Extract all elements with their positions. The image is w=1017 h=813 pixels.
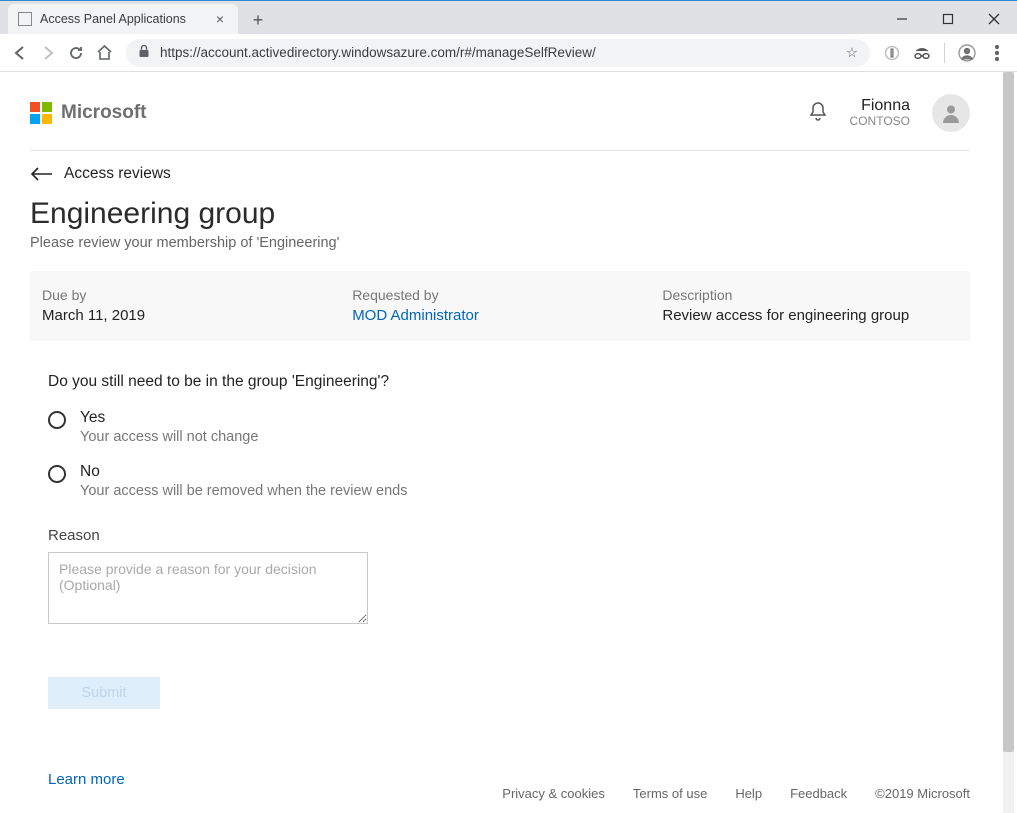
- reload-button[interactable]: [62, 39, 90, 67]
- address-bar[interactable]: https://account.activedirectory.windowsa…: [126, 39, 870, 67]
- option-no-desc: Your access will be removed when the rev…: [80, 483, 408, 499]
- user-info[interactable]: Fionna CONTOSO: [850, 97, 910, 129]
- page-content: Microsoft Fionna CONTOSO Access reviews …: [0, 72, 1000, 813]
- page-title: Engineering group: [0, 183, 1000, 231]
- avatar[interactable]: [932, 94, 970, 132]
- microsoft-logo[interactable]: Microsoft: [30, 102, 147, 124]
- close-window-button[interactable]: [971, 4, 1017, 34]
- arrow-left-icon: [30, 167, 52, 181]
- option-no-title: No: [80, 463, 408, 481]
- option-yes-desc: Your access will not change: [80, 429, 258, 445]
- maximize-button[interactable]: [925, 4, 971, 34]
- nav-back-button[interactable]: [6, 39, 34, 67]
- due-by-label: Due by: [42, 287, 328, 303]
- footer-copyright: ©2019 Microsoft: [875, 786, 970, 801]
- review-info-box: Due by March 11, 2019 Requested by MOD A…: [30, 271, 970, 341]
- kebab-menu-icon[interactable]: [983, 39, 1011, 67]
- page-subtitle: Please review your membership of 'Engine…: [0, 231, 1000, 251]
- close-tab-icon[interactable]: ×: [212, 11, 228, 27]
- back-label: Access reviews: [64, 165, 171, 183]
- option-no[interactable]: No Your access will be removed when the …: [0, 445, 1000, 499]
- browser-toolbar: https://account.activedirectory.windowsa…: [0, 34, 1017, 72]
- microsoft-logo-text: Microsoft: [61, 102, 147, 124]
- due-by-value: March 11, 2019: [42, 307, 328, 324]
- description-label: Description: [662, 287, 948, 303]
- option-yes[interactable]: Yes Your access will not change: [0, 391, 1000, 445]
- minimize-button[interactable]: [879, 4, 925, 34]
- page-icon: [18, 12, 32, 26]
- browser-titlebar: Access Panel Applications × +: [0, 0, 1017, 34]
- footer: Privacy & cookies Terms of use Help Feed…: [502, 786, 970, 801]
- radio-no[interactable]: [48, 465, 66, 483]
- nav-forward-button[interactable]: [34, 39, 62, 67]
- footer-terms-link[interactable]: Terms of use: [633, 786, 707, 801]
- notifications-icon[interactable]: [808, 100, 828, 127]
- url-text: https://account.activedirectory.windowsa…: [160, 45, 838, 60]
- new-tab-button[interactable]: +: [244, 6, 272, 34]
- footer-help-link[interactable]: Help: [735, 786, 762, 801]
- scrollbar-thumb[interactable]: [1003, 72, 1014, 752]
- review-question: Do you still need to be in the group 'En…: [0, 341, 1000, 391]
- incognito-icon[interactable]: [908, 39, 936, 67]
- profile-icon[interactable]: [953, 39, 981, 67]
- reason-textarea[interactable]: [48, 552, 368, 624]
- home-button[interactable]: [90, 39, 118, 67]
- window-controls: [879, 4, 1017, 34]
- toolbar-divider: [944, 43, 945, 63]
- option-yes-title: Yes: [80, 409, 258, 427]
- bookmark-star-icon[interactable]: ☆: [846, 45, 858, 61]
- requested-by-label: Requested by: [352, 287, 638, 303]
- back-link[interactable]: Access reviews: [0, 151, 1000, 183]
- microsoft-logo-icon: [30, 102, 52, 124]
- submit-button[interactable]: Submit: [48, 677, 160, 709]
- tab-title: Access Panel Applications: [40, 12, 186, 26]
- user-name: Fionna: [850, 97, 910, 115]
- footer-privacy-link[interactable]: Privacy & cookies: [502, 786, 605, 801]
- radio-yes[interactable]: [48, 411, 66, 429]
- footer-feedback-link[interactable]: Feedback: [790, 786, 847, 801]
- learn-more-link[interactable]: Learn more: [48, 771, 125, 788]
- browser-tab[interactable]: Access Panel Applications ×: [8, 4, 238, 34]
- description-value: Review access for engineering group: [662, 307, 948, 324]
- lock-icon: [138, 44, 150, 61]
- reason-label: Reason: [0, 499, 1000, 544]
- site-header: Microsoft Fionna CONTOSO: [0, 72, 1000, 150]
- user-org: CONTOSO: [850, 115, 910, 129]
- viewport: Microsoft Fionna CONTOSO Access reviews …: [0, 72, 1017, 813]
- extension-icon[interactable]: [878, 39, 906, 67]
- requested-by-link[interactable]: MOD Administrator: [352, 307, 479, 324]
